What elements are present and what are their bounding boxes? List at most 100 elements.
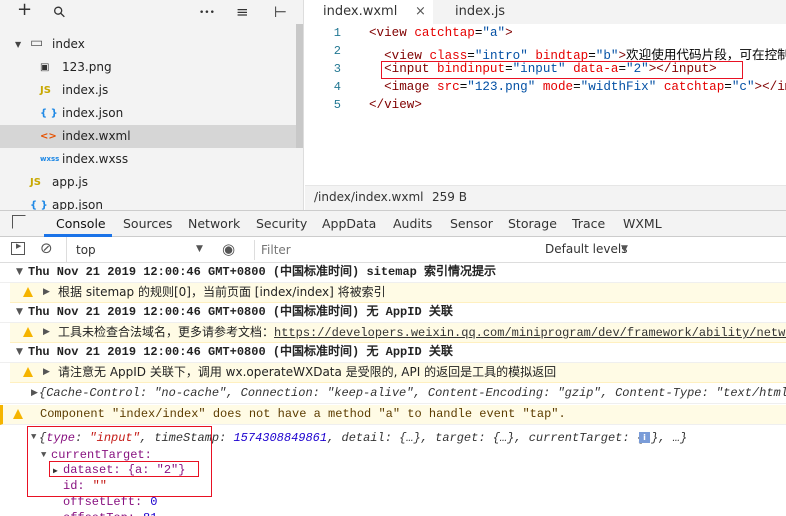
tab-security[interactable]: Security: [256, 216, 307, 231]
file-size: 259 B: [432, 190, 467, 204]
code-token: "123.png": [467, 80, 536, 94]
code-token: >: [505, 26, 513, 40]
code-line: <view catchtap="a">: [369, 26, 513, 40]
context-select[interactable]: top: [76, 243, 96, 257]
tree-item-index-wxss[interactable]: wxss index.wxss: [0, 148, 297, 171]
js-icon: JS: [40, 85, 51, 96]
levels-select[interactable]: Default levels: [545, 242, 627, 256]
info-icon[interactable]: i: [639, 432, 650, 443]
console-group-row[interactable]: ▼ Thu Nov 21 2019 12:00:46 GMT+0800 (中国标准…: [0, 303, 786, 323]
clear-console-icon[interactable]: ⊘: [40, 239, 53, 257]
console-group-title: Thu Nov 21 2019 12:00:46 GMT+0800 (中国标准时…: [28, 265, 497, 279]
tree-item-index-json[interactable]: { } index.json: [0, 102, 297, 125]
object-token: offsetLeft:: [63, 495, 143, 509]
tree-item-app-json[interactable]: { } app.json: [0, 194, 297, 210]
editor-status-bar: /index/index.wxml 259 B: [305, 185, 786, 210]
chevron-right-icon[interactable]: ▶: [43, 363, 50, 382]
add-file-icon[interactable]: +: [17, 1, 32, 19]
chevron-down-icon[interactable]: ▼: [15, 33, 21, 56]
object-token: 0: [150, 495, 158, 509]
message-text: 工具未检查合法域名，更多请参考文档：: [58, 325, 275, 339]
search-icon[interactable]: ⚲: [49, 2, 70, 23]
line-number: 1: [333, 26, 341, 40]
chevron-down-icon[interactable]: ▼: [16, 343, 23, 362]
object-line: offsetTop: 81: [63, 510, 157, 516]
chevron-right-icon[interactable]: ▶: [43, 283, 50, 302]
tab-wxml[interactable]: WXML: [623, 216, 662, 231]
console-group-title: Thu Nov 21 2019 12:00:46 GMT+0800 (中国标准时…: [28, 345, 453, 359]
wxml-icon: <>: [40, 131, 57, 142]
file-explorer: + ⚲ ••• ≡ ⊢ ▼ ▭ index ▣ 123.png JS index.js { }…: [0, 0, 304, 210]
tab-trace[interactable]: Trace: [572, 216, 605, 231]
highlight-box-input-line: [381, 61, 743, 79]
tab-network[interactable]: Network: [188, 216, 240, 231]
levels-dropdown-icon[interactable]: ▼: [621, 244, 628, 254]
console-group-row[interactable]: ▼ Thu Nov 21 2019 12:00:46 GMT+0800 (中国标准…: [0, 343, 786, 363]
console-warn-child-row[interactable]: ▶ 工具未检查合法域名，更多请参考文档：https://developers.we…: [10, 323, 786, 343]
eye-icon[interactable]: ◉: [222, 240, 235, 258]
message-text: 根据 sitemap 的规则[0]，当前页面 [index/index] 将被索…: [58, 285, 386, 299]
tree-item-index-js[interactable]: JS index.js: [0, 79, 297, 102]
console-log-row[interactable]: ▶ {Cache-Control: "no-cache", Connection:…: [0, 384, 786, 404]
tree-item-label: index.json: [62, 106, 124, 120]
tree-item-index-wxml[interactable]: <> index.wxml: [0, 125, 297, 148]
inspect-element-icon[interactable]: [12, 215, 26, 229]
warning-icon: [23, 327, 33, 337]
code-token: catchtap: [414, 26, 475, 40]
tab-audits[interactable]: Audits: [393, 216, 432, 231]
tab-sources[interactable]: Sources: [123, 216, 172, 231]
close-icon[interactable]: ×: [415, 0, 426, 24]
object-token: 81: [143, 511, 157, 516]
tree-item-label: index.js: [62, 83, 109, 97]
line-number: 4: [333, 80, 341, 94]
tab-console[interactable]: Console: [56, 216, 106, 231]
console-warn-row[interactable]: Component "index/index" does not have a …: [0, 405, 786, 425]
message-text: 请注意无 AppID 关联下，调用 wx.operateWXData 是受限的,…: [58, 365, 557, 379]
code-token: <view: [369, 26, 415, 40]
warning-icon: [23, 287, 33, 297]
context-dropdown-icon[interactable]: ▼: [196, 244, 203, 254]
object-token: 1574308849861: [233, 431, 328, 445]
chevron-down-icon[interactable]: ▼: [16, 263, 23, 282]
code-token: "a": [482, 26, 506, 40]
chevron-right-icon[interactable]: ▶: [31, 384, 38, 403]
filter-input[interactable]: [254, 240, 534, 260]
tree-item-label: 123.png: [62, 60, 112, 74]
console-warn-child-row[interactable]: ▶ 请注意无 AppID 关联下，调用 wx.operateWXData 是受限的…: [10, 363, 786, 383]
tab-index-wxml[interactable]: index.wxml ×: [305, 0, 433, 24]
console-log-object: {Cache-Control: "no-cache", Connection: …: [39, 386, 786, 400]
sort-icon[interactable]: ≡: [236, 3, 249, 21]
tree-item-123-png[interactable]: ▣ 123.png: [0, 56, 297, 79]
console-warning-text: Component "index/index" does not have a …: [40, 407, 566, 421]
tab-label: index.js: [455, 4, 506, 19]
tab-appdata[interactable]: AppData: [322, 216, 376, 231]
wxss-icon: wxss: [40, 155, 60, 163]
collapse-icon[interactable]: ⊢: [274, 3, 287, 21]
console-warn-child-row[interactable]: ▶ 根据 sitemap 的规则[0]，当前页面 [index/index] 将被…: [10, 283, 786, 303]
code-token: </view>: [369, 98, 422, 112]
tab-storage[interactable]: Storage: [508, 216, 557, 231]
more-icon[interactable]: •••: [199, 4, 215, 22]
code-token: =: [573, 80, 581, 94]
console-message: 根据 sitemap 的规则[0]，当前页面 [index/index] 将被索…: [58, 283, 386, 302]
line-number: 5: [333, 98, 341, 112]
tree-item-app-js[interactable]: JS app.js: [0, 171, 297, 194]
tree-scrollbar[interactable]: [296, 24, 303, 148]
console-group-row[interactable]: ▼ Thu Nov 21 2019 12:00:46 GMT+0800 (中国标准…: [0, 263, 786, 283]
line-number: 3: [333, 62, 341, 76]
divider: [66, 237, 67, 263]
tab-sensor[interactable]: Sensor: [450, 216, 493, 231]
console-toolbar: ▶ ⊘ top ▼ ◉ Default levels ▼: [0, 237, 786, 263]
highlight-box-dataset: [49, 461, 199, 477]
doc-link[interactable]: https://developers.weixin.qq.com/minipro…: [274, 326, 786, 340]
tree-item-label: index.wxss: [62, 152, 129, 166]
tab-index-js[interactable]: index.js: [437, 0, 523, 24]
tree-item-index[interactable]: ▼ ▭ index: [0, 33, 297, 56]
tree-item-label: app.json: [52, 198, 103, 210]
chevron-down-icon[interactable]: ▼: [16, 303, 23, 322]
chevron-right-icon[interactable]: ▶: [43, 323, 50, 342]
json-icon: { }: [40, 108, 58, 119]
console-message: 工具未检查合法域名，更多请参考文档：https://developers.wei…: [58, 323, 786, 343]
code-area[interactable]: 1 <view catchtap="a"> 2 <view class="intro…: [305, 24, 786, 184]
